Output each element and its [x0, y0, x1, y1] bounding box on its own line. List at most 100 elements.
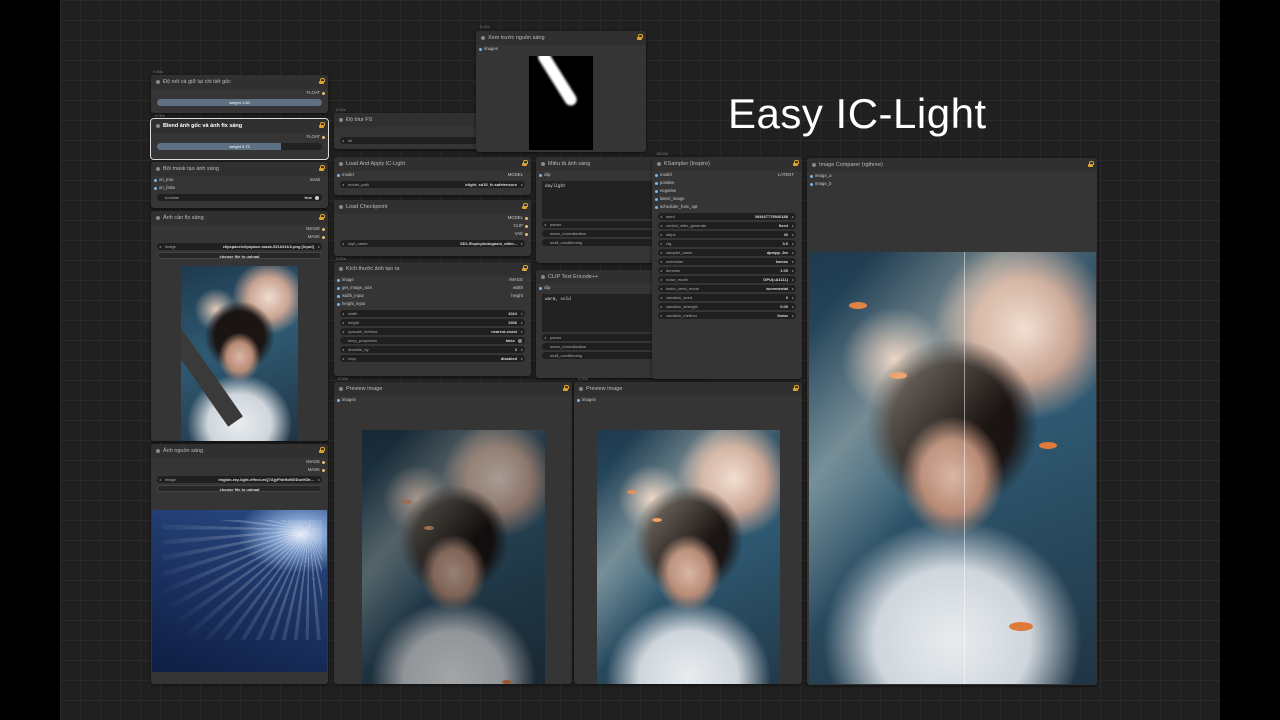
input-slot-latent[interactable]: latent_image: [652, 195, 802, 203]
node-load-checkpoint[interactable]: Load Checkpoint MODEL CLIP VAE ckpt_name…: [334, 200, 531, 256]
model-path-select[interactable]: model_path iclight_sd15_fc.safetensors: [340, 181, 525, 188]
seed-stepper[interactable]: seed393437775926188: [658, 213, 796, 220]
output-slot[interactable]: LATENT: [778, 171, 794, 179]
upload-button[interactable]: choose file to upload: [157, 252, 322, 259]
lock-icon[interactable]: [319, 122, 325, 128]
node-title[interactable]: Blend ảnh gốc và ảnh fix sáng: [151, 119, 328, 133]
lock-icon[interactable]: [793, 160, 799, 166]
denoise-stepper[interactable]: denoise1.00: [658, 267, 796, 274]
lock-icon[interactable]: [1088, 161, 1094, 167]
node-image-fix[interactable]: Ảnh cần fix sáng IMAGE MASK image clipsp…: [151, 211, 328, 441]
comparison-image[interactable]: [809, 252, 1096, 684]
node-title[interactable]: Preview Image: [334, 382, 572, 396]
variation-method-stepper[interactable]: variation_methodlinear: [658, 312, 796, 319]
lock-icon[interactable]: [319, 78, 325, 84]
upload-button[interactable]: choose file to upload: [157, 485, 322, 492]
input-slot-positive[interactable]: positive: [652, 179, 802, 187]
input-slot-image[interactable]: image IMAGE: [334, 276, 531, 284]
noise-mode-stepper[interactable]: noise_modeGPU(=A1111): [658, 276, 796, 283]
node-load-apply-iclight[interactable]: Load And Apply IC-Light modelMODEL model…: [334, 157, 531, 195]
compare-divider[interactable]: [964, 252, 965, 684]
variation-seed-stepper[interactable]: variation_seed0: [658, 294, 796, 301]
lock-icon[interactable]: [319, 447, 325, 453]
node-title[interactable]: Ảnh nguồn sáng: [151, 444, 328, 458]
input-slot-image-b[interactable]: image_b: [807, 180, 1097, 188]
node-title[interactable]: Xem trước nguồn sáng: [476, 31, 646, 45]
batch-seed-mode-stepper[interactable]: batch_seed_modeincremental: [658, 285, 796, 292]
cfg-stepper[interactable]: cfg3.0: [658, 240, 796, 247]
output-slot-height[interactable]: height: [511, 292, 523, 300]
input-slot-height-input[interactable]: height_input: [334, 300, 531, 308]
upscale-method-stepper[interactable]: upscale_methodnearest-exact: [340, 328, 525, 335]
output-slot-vae[interactable]: VAE: [334, 230, 531, 238]
input-slot-model[interactable]: model MODEL: [334, 171, 531, 179]
sampler-name-stepper[interactable]: sampler_namedpmpp_2m: [658, 249, 796, 256]
node-title[interactable]: Ảnh cần fix sáng: [151, 211, 328, 225]
node-title[interactable]: Độ nét và giữ lại chi tiết gốc: [151, 75, 328, 89]
input-slot-on-true[interactable]: on_true mask: [151, 176, 328, 184]
input-slot-on-false[interactable]: on_false: [151, 184, 328, 192]
input-slot-scheduler[interactable]: scheduler_func_opt: [652, 203, 802, 211]
output-slot-image[interactable]: IMAGE: [509, 276, 523, 284]
input-slot-model[interactable]: model LATENT: [652, 171, 802, 179]
input-slot-image-a[interactable]: image_a: [807, 172, 1097, 180]
input-slot-get-image-size[interactable]: get_image_size width: [334, 284, 531, 292]
lock-icon[interactable]: [319, 214, 325, 220]
lock-icon[interactable]: [522, 265, 528, 271]
node-title[interactable]: Load Checkpoint: [334, 200, 531, 214]
node-title[interactable]: Kích thước ảnh tạo ra: [334, 262, 531, 276]
steps-stepper[interactable]: steps40: [658, 231, 796, 238]
ckpt-name-select[interactable]: ckpt_name SD1.5\epicphotogasm_ultim...: [340, 240, 525, 247]
output-slot-clip[interactable]: CLIP: [334, 222, 531, 230]
node-preview-image-1[interactable]: Preview Image images: [334, 382, 572, 684]
output-slot[interactable]: MODEL: [508, 171, 523, 179]
image-select[interactable]: image clipspace/clipspace-mask-5216418.6…: [157, 243, 322, 250]
output-slot-model[interactable]: MODEL: [334, 214, 531, 222]
lock-icon[interactable]: [319, 165, 325, 171]
height-stepper[interactable]: height1536: [340, 319, 525, 326]
weight-slider[interactable]: weight 1.00: [157, 99, 322, 106]
variation-strength-stepper[interactable]: variation_strength0.00: [658, 303, 796, 310]
output-slot-image[interactable]: IMAGE: [151, 225, 328, 233]
keep-proportion-toggle[interactable]: keep_proportion false: [340, 337, 525, 344]
node-title[interactable]: Bôi mask tạo ánh sáng: [151, 162, 328, 176]
node-title[interactable]: Image Comparer (rgthree): [807, 158, 1097, 172]
divisible-by-stepper[interactable]: divisible_by2: [340, 346, 525, 353]
image-select[interactable]: image imgbin-ray-light-effect-mQ7AjyFhtr…: [157, 476, 322, 483]
lock-icon[interactable]: [637, 34, 643, 40]
node-ksampler[interactable]: KSampler (Inspire) model LATENT positive …: [652, 157, 802, 379]
output-slot-image[interactable]: IMAGE: [151, 458, 328, 466]
node-preview-light[interactable]: Xem trước nguồn sáng images: [476, 31, 646, 152]
lock-icon[interactable]: [522, 203, 528, 209]
input-slot-images[interactable]: images: [334, 396, 572, 404]
input-slot-images[interactable]: images: [476, 45, 646, 53]
node-canvas[interactable]: Easy IC-Light 0.66s Độ nét và giữ lại ch…: [60, 0, 1220, 720]
lock-icon[interactable]: [522, 160, 528, 166]
node-title[interactable]: Preview Image: [574, 382, 802, 396]
scheduler-stepper[interactable]: schedulerkarras: [658, 258, 796, 265]
output-slot[interactable]: FLOAT: [151, 89, 328, 97]
output-slot[interactable]: FLOAT: [151, 133, 328, 141]
lock-icon[interactable]: [793, 385, 799, 391]
output-slot[interactable]: mask: [310, 176, 320, 184]
node-blur-detail[interactable]: Độ nét và giữ lại chi tiết gốc FLOAT wei…: [151, 75, 328, 113]
node-title[interactable]: Load And Apply IC-Light: [334, 157, 531, 171]
control-after-generate-stepper[interactable]: control_after_generatefixed: [658, 222, 796, 229]
input-slot-negative[interactable]: negative: [652, 187, 802, 195]
node-preview-image-2[interactable]: Preview Image images: [574, 382, 802, 684]
node-image-size[interactable]: Kích thước ảnh tạo ra image IMAGE get_ima…: [334, 262, 531, 376]
node-title[interactable]: KSampler (Inspire): [652, 157, 802, 171]
node-mask-creator[interactable]: Bôi mask tạo ánh sáng on_true mask on_fal…: [151, 162, 328, 208]
lock-icon[interactable]: [563, 385, 569, 391]
boolean-toggle[interactable]: boolean true: [157, 194, 322, 201]
width-stepper[interactable]: width1024: [340, 310, 525, 317]
output-slot-width[interactable]: width: [513, 284, 523, 292]
output-slot-mask[interactable]: MASK: [151, 466, 328, 474]
input-slot-images[interactable]: images: [574, 396, 802, 404]
output-slot-mask[interactable]: MASK: [151, 233, 328, 241]
node-image-comparer[interactable]: Image Comparer (rgthree) image_a image_b: [807, 158, 1097, 685]
node-light-source[interactable]: Ảnh nguồn sáng IMAGE MASK image imgbin-r…: [151, 444, 328, 684]
crop-stepper[interactable]: cropdisabled: [340, 355, 525, 362]
input-slot-width-input[interactable]: width_input height: [334, 292, 531, 300]
node-blend[interactable]: Blend ảnh gốc và ảnh fix sáng FLOAT weig…: [150, 118, 329, 160]
